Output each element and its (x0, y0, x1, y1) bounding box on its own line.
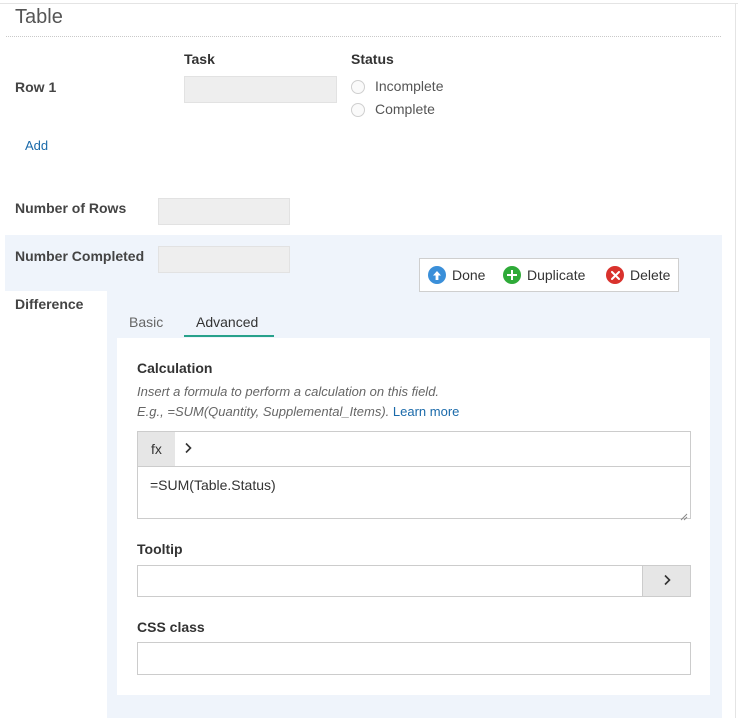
complete-radio-label: Complete (375, 101, 435, 117)
delete-button[interactable]: Delete (606, 265, 670, 285)
calculation-example: E.g., =SUM(Quantity, Supplemental_Items)… (137, 404, 459, 419)
row-label: Row 1 (15, 79, 57, 95)
status-column-header: Status (351, 51, 394, 67)
add-row-link[interactable]: Add (25, 138, 48, 153)
fx-button[interactable]: fx (138, 432, 175, 466)
number-completed-field (158, 246, 290, 273)
calculation-title: Calculation (137, 360, 213, 376)
css-class-title: CSS class (137, 619, 205, 635)
number-of-rows-field (158, 198, 290, 225)
arrow-up-circle-icon (428, 266, 446, 284)
tooltip-title: Tooltip (137, 541, 183, 557)
x-circle-icon (606, 266, 624, 284)
number-of-rows-label: Number of Rows (15, 200, 127, 216)
panel-right-gutter (722, 235, 735, 718)
tooltip-expand-button[interactable] (642, 565, 691, 597)
formula-bar (138, 432, 690, 467)
delete-label: Delete (630, 267, 671, 283)
plus-circle-icon (503, 266, 521, 284)
calculation-example-text: E.g., =SUM(Quantity, Supplemental_Items)… (137, 404, 390, 419)
formula-editor: fx =SUM(Table.Status) (137, 431, 691, 521)
panel-gutter (5, 291, 107, 718)
complete-radio[interactable] (351, 103, 365, 117)
chevron-right-icon (663, 573, 671, 590)
resize-handle-icon[interactable] (680, 508, 688, 521)
top-border (0, 3, 738, 4)
task-column-header: Task (184, 51, 215, 67)
component-toolbar: Done Duplicate Delete (419, 258, 679, 292)
right-border (735, 3, 736, 718)
tab-basic[interactable]: Basic (129, 314, 163, 330)
duplicate-button[interactable]: Duplicate (503, 265, 585, 285)
task-input[interactable] (184, 76, 337, 103)
number-completed-label: Number Completed (15, 248, 145, 264)
chevron-right-icon[interactable] (184, 441, 192, 457)
done-button[interactable]: Done (428, 265, 485, 285)
done-label: Done (452, 267, 486, 283)
tooltip-input[interactable] (137, 565, 643, 597)
incomplete-radio[interactable] (351, 80, 365, 94)
learn-more-link[interactable]: Learn more (393, 404, 459, 419)
title-divider (6, 36, 721, 37)
css-class-input[interactable] (137, 642, 691, 675)
active-tab-indicator (184, 335, 274, 337)
page-title: Table (15, 6, 63, 28)
tab-advanced[interactable]: Advanced (196, 314, 258, 330)
calculation-help-text: Insert a formula to perform a calculatio… (137, 384, 440, 399)
difference-label: Difference (15, 296, 84, 312)
formula-textarea[interactable]: =SUM(Table.Status) (150, 477, 276, 493)
incomplete-radio-label: Incomplete (375, 78, 444, 94)
duplicate-label: Duplicate (527, 267, 586, 283)
